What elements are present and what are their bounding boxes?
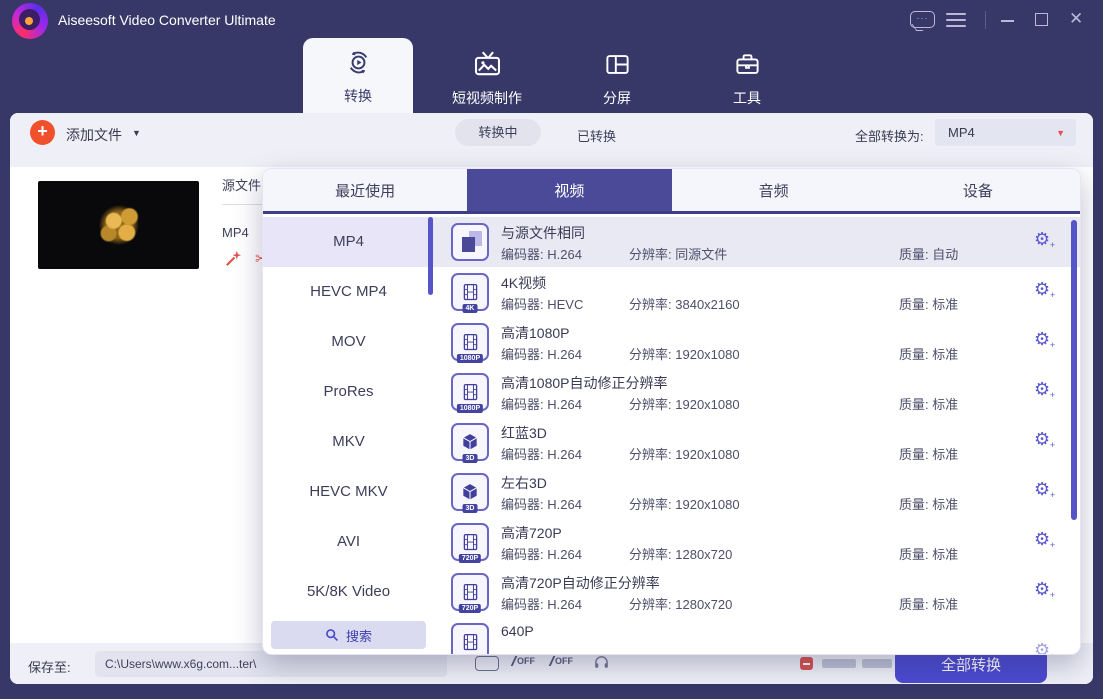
format-row[interactable]: 720P 高清720P自动修正分辨率 编码器: H.264 分辨率: 1280x… [434,567,1081,617]
tab-audio[interactable]: 音频 [672,169,876,211]
convert-all-dropdown[interactable]: MP4 ▼ [935,119,1076,146]
tab-video[interactable]: 视频 [467,169,671,211]
split-screen-icon [604,46,631,82]
add-files-caret-icon[interactable]: ▼ [132,128,141,138]
sidebar-item-mp4[interactable]: MP4 [263,217,434,267]
settings-gear-icon[interactable]: ⚙ [1034,580,1050,598]
format-row[interactable]: 640P ⚙ [434,617,1081,655]
obscured-label [862,659,892,668]
format-row[interactable]: 1080P 高清1080P自动修正分辨率 编码器: H.264 分辨率: 192… [434,367,1081,417]
cube-3d-icon: 3D [451,423,489,461]
tab-split-screen-label: 分屏 [603,88,631,108]
search-label: 搜索 [346,626,372,645]
add-files-icon[interactable]: + [30,120,55,145]
format-category-tabs: 最近使用 视频 音频 设备 [263,169,1080,214]
convert-all-caret-icon: ▼ [1056,128,1065,138]
film-icon: 1080P [451,373,489,411]
same-as-source-icon [451,223,489,261]
add-files-button[interactable]: 添加文件 [66,125,122,145]
tab-short-video[interactable]: 短视频制作 [432,40,542,113]
format-row[interactable]: 4K 4K视频 编码器: HEVC 分辨率: 3840x2160 质量: 标准 … [434,267,1081,317]
headset-icon[interactable] [593,654,610,676]
settings-gear-icon[interactable]: ⚙ [1034,430,1050,448]
sidebar-item-5k8k-video[interactable]: 5K/8K Video [263,567,434,617]
close-button[interactable]: ✕ [1069,9,1083,29]
film-icon: 720P [451,523,489,561]
menu-icon[interactable] [946,13,966,31]
film-icon [451,623,489,655]
sidebar-item-prores[interactable]: ProRes [263,367,434,417]
tab-toolbox[interactable]: 工具 [692,40,802,113]
feedback-icon[interactable]: ··· [910,11,935,28]
tab-converting[interactable]: 转换中 [455,119,541,146]
list-scrollbar[interactable] [1071,220,1077,520]
minimize-button[interactable] [1001,20,1014,22]
video-thumbnail [38,181,199,269]
short-video-icon [473,46,502,82]
merge-checkbox-icon[interactable] [800,657,813,670]
turbo-toggle[interactable]: OFF [551,656,573,666]
sidebar-item-hevc-mp4[interactable]: HEVC MP4 [263,267,434,317]
tab-split-screen[interactable]: 分屏 [562,40,672,113]
settings-gear-icon[interactable]: ⚙ [1034,330,1050,348]
titlebar: Aiseesoft Video Converter Ultimate ··· ✕… [0,0,1103,113]
film-icon: 1080P [451,323,489,361]
settings-gear-icon[interactable]: ⚙ [1034,380,1050,398]
sidebar-item-hevc-mkv[interactable]: HEVC MKV [263,467,434,517]
settings-gear-icon[interactable]: ⚙ [1034,530,1050,548]
format-row[interactable]: 720P 高清720P 编码器: H.264 分辨率: 1280x720 质量:… [434,517,1081,567]
tab-convert[interactable]: 转换 [303,38,413,114]
tab-short-video-label: 短视频制作 [452,88,522,108]
format-row[interactable]: 3D 左右3D 编码器: H.264 分辨率: 1920x1080 质量: 标准… [434,467,1081,517]
settings-gear-icon[interactable]: ⚙ [1034,480,1050,498]
obscured-label [822,659,856,668]
format-row[interactable]: 与源文件相同 编码器: H.264 分辨率: 同源文件 质量: 自动 ⚙ [434,217,1081,267]
app-logo-icon [12,3,48,39]
film-icon: 4K [451,273,489,311]
titlebar-separator [985,11,986,29]
sidebar-item-mkv[interactable]: MKV [263,417,434,467]
search-icon [325,628,339,642]
sidebar-item-mov[interactable]: MOV [263,317,434,367]
maximize-button[interactable] [1035,13,1048,26]
toolbox-icon [734,46,761,82]
source-file-label: 源文件 [222,175,261,194]
tab-converted[interactable]: 已转换 [577,126,616,145]
settings-gear-icon[interactable]: ⚙ [1034,230,1050,248]
convert-icon [345,44,372,80]
format-row[interactable]: 3D 红蓝3D 编码器: H.264 分辨率: 1920x1080 质量: 标准… [434,417,1081,467]
settings-gear-icon[interactable]: ⚙ [1034,641,1050,655]
tab-recently-used[interactable]: 最近使用 [263,169,467,211]
folder-open-icon[interactable] [475,656,499,671]
format-sidebar: MP4 HEVC MP4 MOV ProRes MKV HEVC MKV AVI… [263,217,434,655]
tab-convert-label: 转换 [344,86,372,106]
source-format: MP4 [222,225,249,240]
film-icon: 720P [451,573,489,611]
tab-device[interactable]: 设备 [876,169,1080,211]
edit-magic-icon[interactable] [224,249,243,273]
format-picker-panel: 最近使用 视频 音频 设备 MP4 HEVC MP4 MOV ProRes MK… [262,168,1081,655]
toolbar: + 添加文件 ▼ 转换中 已转换 全部转换为: MP4 ▼ [10,113,1093,167]
thumbnail-artwork [93,204,145,246]
convert-all-value: MP4 [948,125,975,140]
app-title: Aiseesoft Video Converter Ultimate [58,12,276,28]
format-list: 与源文件相同 编码器: H.264 分辨率: 同源文件 质量: 自动 ⚙ 4K … [434,217,1081,655]
format-row[interactable]: 1080P 高清1080P 编码器: H.264 分辨率: 1920x1080 … [434,317,1081,367]
enhance-toggle[interactable]: OFF [513,656,535,666]
cube-3d-icon: 3D [451,473,489,511]
search-button[interactable]: 搜索 [271,621,426,649]
save-to-label: 保存至: [28,657,71,676]
convert-all-label: 全部转换为: [855,126,924,145]
settings-gear-icon[interactable]: ⚙ [1034,280,1050,298]
sidebar-scrollbar[interactable] [428,217,433,295]
tab-toolbox-label: 工具 [733,88,761,108]
sidebar-item-avi[interactable]: AVI [263,517,434,567]
